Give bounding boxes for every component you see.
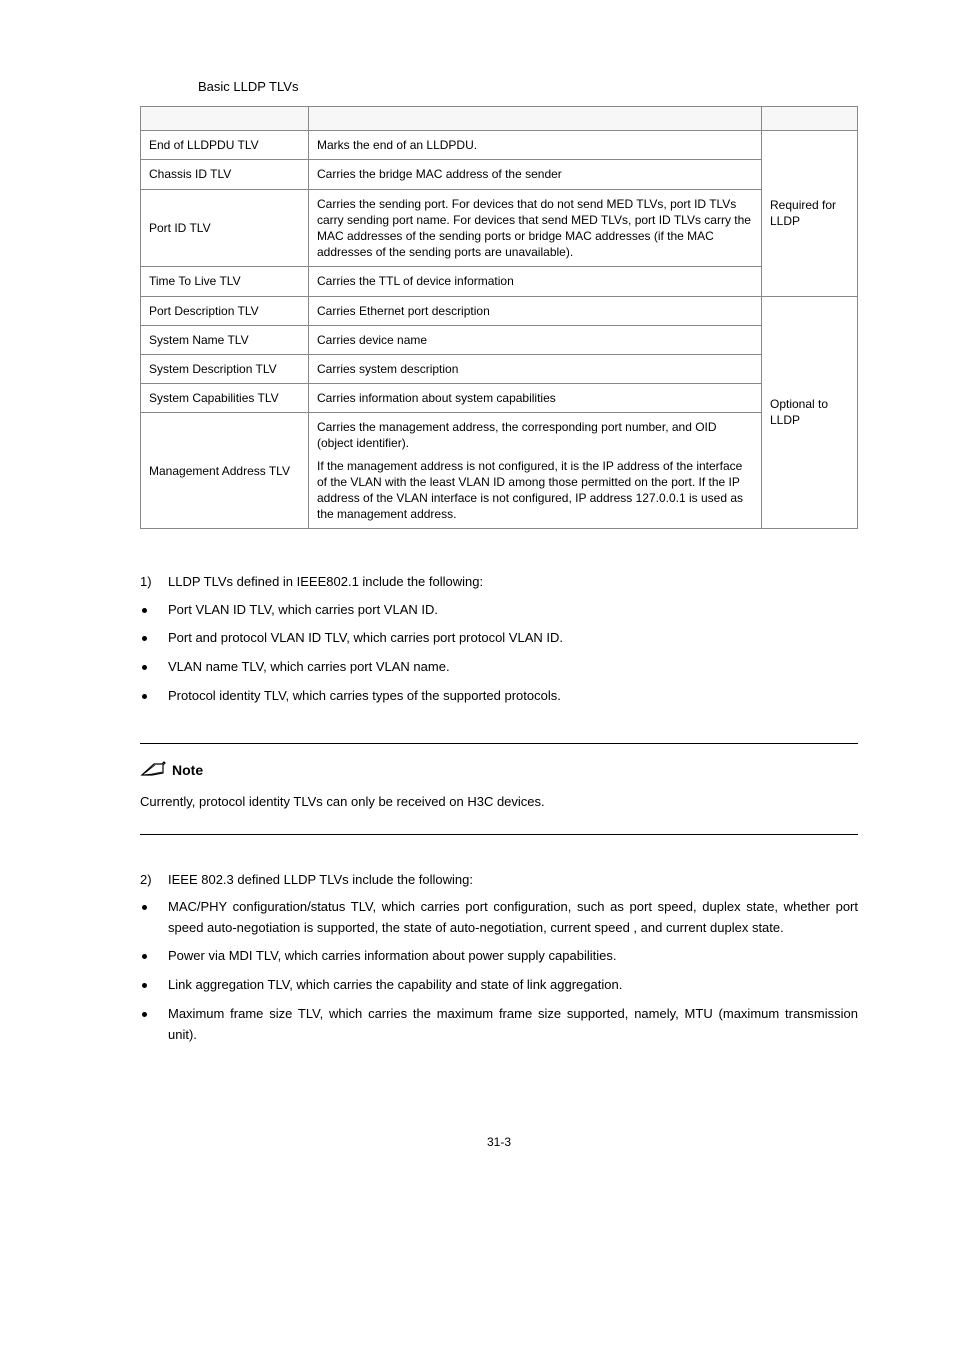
- tlv-type-cell: System Description TLV: [141, 354, 309, 383]
- table-header-remark: [762, 107, 858, 131]
- mgmt-desc-p2: If the management address is not configu…: [317, 458, 753, 523]
- item-number: 2): [140, 871, 156, 889]
- table-row: System Capabilities TLV Carries informat…: [141, 384, 858, 413]
- list-item: Power via MDI TLV, which carries informa…: [140, 946, 858, 967]
- bullet-list: MAC/PHY configuration/status TLV, which …: [140, 897, 858, 1046]
- tlv-desc-cell: Carries the bridge MAC address of the se…: [309, 160, 762, 189]
- tlv-type-cell: System Capabilities TLV: [141, 384, 309, 413]
- tlv-type-cell: Time To Live TLV: [141, 267, 309, 296]
- tlv-desc-cell: Carries information about system capabil…: [309, 384, 762, 413]
- list-item: Maximum frame size TLV, which carries th…: [140, 1004, 858, 1046]
- tlv-type-cell: Port ID TLV: [141, 189, 309, 267]
- table-row: Time To Live TLV Carries the TTL of devi…: [141, 267, 858, 296]
- numbered-item: 2) IEEE 802.3 defined LLDP TLVs include …: [140, 871, 858, 889]
- note-heading: Note: [140, 758, 858, 784]
- section-ieee8023: 2) IEEE 802.3 defined LLDP TLVs include …: [140, 871, 858, 1046]
- numbered-item: 1) LLDP TLVs defined in IEEE802.1 includ…: [140, 573, 858, 591]
- table-caption: Basic LLDP TLVs: [198, 78, 858, 96]
- section-ieee8021: 1) LLDP TLVs defined in IEEE802.1 includ…: [140, 573, 858, 706]
- item-number: 1): [140, 573, 156, 591]
- tlv-desc-cell: Carries system description: [309, 354, 762, 383]
- list-item: VLAN name TLV, which carries port VLAN n…: [140, 657, 858, 678]
- list-item: Port VLAN ID TLV, which carries port VLA…: [140, 600, 858, 621]
- tlv-desc-cell: Carries the sending port. For devices th…: [309, 189, 762, 267]
- note-text: Currently, protocol identity TLVs can on…: [140, 793, 858, 811]
- list-item: Protocol identity TLV, which carries typ…: [140, 686, 858, 707]
- note-block: Note Currently, protocol identity TLVs c…: [140, 743, 858, 835]
- page-number: 31-3: [140, 1134, 858, 1151]
- note-label: Note: [172, 761, 203, 781]
- item-text: LLDP TLVs defined in IEEE802.1 include t…: [168, 573, 483, 591]
- tlv-type-cell: End of LLDPDU TLV: [141, 131, 309, 160]
- tlv-desc-cell: Carries Ethernet port description: [309, 296, 762, 325]
- tlv-remark-cell: Optional to LLDP: [762, 296, 858, 529]
- list-item: MAC/PHY configuration/status TLV, which …: [140, 897, 858, 939]
- tlv-type-cell: Chassis ID TLV: [141, 160, 309, 189]
- tlv-type-cell: Port Description TLV: [141, 296, 309, 325]
- tlv-type-cell: System Name TLV: [141, 325, 309, 354]
- table-row: End of LLDPDU TLV Marks the end of an LL…: [141, 131, 858, 160]
- table-row: Port Description TLV Carries Ethernet po…: [141, 296, 858, 325]
- item-text: IEEE 802.3 defined LLDP TLVs include the…: [168, 871, 473, 889]
- table-row: System Description TLV Carries system de…: [141, 354, 858, 383]
- bullet-list: Port VLAN ID TLV, which carries port VLA…: [140, 600, 858, 707]
- tlv-desc-cell: Carries the TTL of device information: [309, 267, 762, 296]
- table-header-desc: [309, 107, 762, 131]
- list-item: Port and protocol VLAN ID TLV, which car…: [140, 628, 858, 649]
- tlv-table: End of LLDPDU TLV Marks the end of an LL…: [140, 106, 858, 529]
- table-header-row: [141, 107, 858, 131]
- table-row: Chassis ID TLV Carries the bridge MAC ad…: [141, 160, 858, 189]
- table-row: Port ID TLV Carries the sending port. Fo…: [141, 189, 858, 267]
- tlv-remark-cell: Required for LLDP: [762, 131, 858, 296]
- tlv-desc-cell: Marks the end of an LLDPDU.: [309, 131, 762, 160]
- tlv-desc-cell: Carries the management address, the corr…: [309, 413, 762, 529]
- note-icon: [140, 758, 166, 784]
- mgmt-desc-p1: Carries the management address, the corr…: [317, 419, 753, 451]
- table-header-type: [141, 107, 309, 131]
- tlv-desc-cell: Carries device name: [309, 325, 762, 354]
- list-item: Link aggregation TLV, which carries the …: [140, 975, 858, 996]
- table-row: System Name TLV Carries device name: [141, 325, 858, 354]
- tlv-type-cell: Management Address TLV: [141, 413, 309, 529]
- table-row: Management Address TLV Carries the manag…: [141, 413, 858, 529]
